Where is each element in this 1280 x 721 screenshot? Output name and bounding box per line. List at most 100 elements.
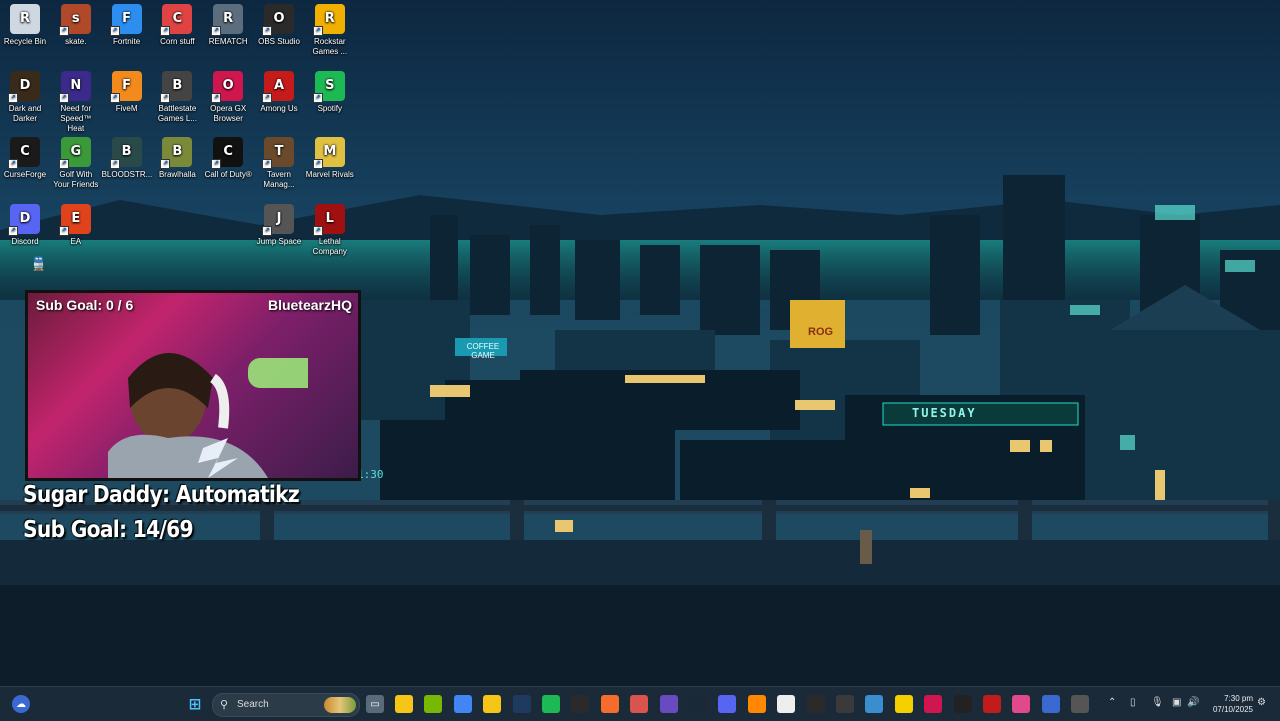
shortcut-arrow-icon: ↗: [8, 225, 18, 236]
desktop-icon-golf[interactable]: G ↗ Golf With Your Friends: [51, 133, 101, 190]
shortcut-arrow-icon: ↗: [262, 92, 272, 103]
desktop-icon-brawlhalla[interactable]: B ↗ Brawlhalla: [152, 133, 202, 180]
desktop-icon-nfs[interactable]: N ↗ Need for Speed™ Heat: [51, 67, 101, 134]
desktop-icon-label: Jump Space: [256, 236, 302, 246]
clock-time: 7:30 pm: [1224, 694, 1253, 703]
notifications-icon[interactable]: ⚙: [1257, 697, 1266, 708]
v-app-icon[interactable]: [512, 695, 531, 713]
webcam-overlay: Sub Goal: 0 / 6 BluetearzHQ: [25, 290, 361, 481]
tablet-icon[interactable]: ▯: [1130, 697, 1136, 708]
folder-icon[interactable]: [483, 695, 502, 713]
widgets-icon[interactable]: ☁: [12, 695, 30, 713]
train-icon[interactable]: 🚆: [30, 256, 48, 272]
shortcut-arrow-icon: ↗: [8, 92, 18, 103]
desktop-icon-label: skate.: [65, 37, 87, 46]
desktop-icon-call-of-duty[interactable]: C ↗ Call of Duty®: [203, 133, 253, 180]
desktop-icon-label: Rockstar Games ...: [312, 37, 348, 56]
discord-icon[interactable]: [718, 695, 737, 713]
spotify-icon: S ↗: [312, 70, 345, 103]
desktop-icon-dark-and-darker[interactable]: D ↗ Dark and Darker: [0, 67, 50, 124]
sticky-notes-icon[interactable]: [894, 695, 913, 713]
desktop-icon-curseforge[interactable]: C ↗ CurseForge: [0, 133, 50, 180]
xbox-bar-icon[interactable]: [806, 695, 825, 713]
volume-icon[interactable]: 🔊: [1187, 697, 1199, 708]
nvidia-icon[interactable]: [424, 695, 443, 713]
show-hidden-icons-chevron-icon[interactable]: ⌃: [1108, 697, 1116, 708]
microphone-icon[interactable]: 🎙: [1151, 697, 1164, 708]
fivem-icon: F ↗: [109, 70, 142, 103]
file-explorer-icon[interactable]: [395, 695, 413, 713]
system-clock[interactable]: 7:30 pm 07/10/2025: [1203, 693, 1253, 715]
network-icon[interactable]: ▣: [1172, 697, 1181, 708]
lethal-icon[interactable]: [983, 695, 1001, 713]
skate-icon: s ↗: [58, 4, 91, 36]
recycle-bin-icon: R: [10, 4, 40, 34]
desktop-icon-among-us[interactable]: A ↗ Among Us: [254, 67, 304, 114]
desktop-icon-battlestate[interactable]: B ↗ Battlestate Games L...: [152, 67, 202, 124]
desktop-icon-fivem[interactable]: F ↗ FiveM: [102, 67, 152, 114]
desktop-icon-opera-gx[interactable]: O ↗ Opera GX Browser: [203, 67, 253, 124]
desktop-icon-label: Spotify: [317, 103, 343, 113]
search-input[interactable]: ⚲ Search: [212, 693, 360, 717]
battlestate-icon: B ↗: [160, 70, 193, 103]
start-icon[interactable]: ⊞: [186, 695, 204, 713]
vlc-icon[interactable]: [747, 695, 766, 713]
among-us-icon: A ↗: [262, 70, 294, 103]
spotify-icon[interactable]: [542, 695, 560, 713]
corn-stuff-icon: C ↗: [160, 4, 193, 36]
shortcut-arrow-icon: ↗: [211, 26, 222, 36]
shortcut-arrow-icon: ↗: [8, 159, 18, 169]
snip-tool-icon[interactable]: [630, 695, 649, 713]
clock-date: 07/10/2025: [1212, 705, 1253, 714]
chrome-icon[interactable]: [453, 695, 472, 713]
desktop-icon-label: REMATCH: [208, 37, 248, 46]
origin-icon[interactable]: [600, 695, 619, 713]
desktop-icon-label: EA: [70, 236, 82, 246]
desktop-icon-label: Call of Duty®: [204, 170, 252, 179]
desktop-icon-rematch[interactable]: R ↗ REMATCH: [203, 0, 253, 47]
desktop-icon-lethal-company[interactable]: L ↗ Lethal Company: [305, 200, 355, 257]
marvel-rivals-icon: M ↗: [312, 137, 345, 169]
search-icon: ⚲: [220, 699, 229, 711]
desktop-icon-label: BLOODSTR...: [101, 170, 153, 179]
desktop-icon-recycle-bin[interactable]: R Recycle Bin: [0, 0, 50, 47]
fortnite-icon: F ↗: [109, 4, 142, 36]
desktop-icon-bloodstrike[interactable]: B ↗ BLOODSTR...: [102, 133, 152, 180]
desktop-icon-label: Lethal Company: [312, 236, 347, 256]
capcut-icon[interactable]: [777, 695, 796, 713]
call-of-duty-icon: C ↗: [211, 137, 244, 169]
epic-games-icon[interactable]: [571, 695, 590, 713]
game-icon[interactable]: [659, 695, 678, 713]
desktop-icon-label: Among Us: [260, 103, 298, 113]
desktop-icon-skate[interactable]: s ↗ skate.: [51, 0, 101, 47]
desktop-icon-obs[interactable]: O ↗ OBS Studio: [254, 0, 304, 47]
task-view-icon[interactable]: ▭: [366, 695, 384, 713]
brawlhalla-icon: B ↗: [160, 137, 193, 169]
photos-icon[interactable]: [865, 695, 884, 713]
desktop-icon-marvel-rivals[interactable]: M ↗ Marvel Rivals: [305, 133, 355, 180]
search-placeholder: Search: [237, 699, 269, 710]
keyboard-icon[interactable]: [1071, 695, 1090, 713]
overlay-sub-goal: Sub Goal: 14/69: [23, 517, 194, 543]
desktop-icon-label: Marvel Rivals: [305, 170, 354, 179]
desktop-icon-label: Tavern Manag...: [263, 170, 295, 189]
taskbar: ☁ ⊞ ⚲ Search ▭ ⌃ ▯ 🎙 ▣ 🔊 7:30 pm 07/10/2…: [0, 686, 1280, 721]
desktop-icon-tavern[interactable]: T ↗ Tavern Manag...: [254, 133, 304, 190]
desktop-icon-spotify[interactable]: S ↗ Spotify: [305, 67, 355, 114]
f-app-icon[interactable]: [1012, 695, 1031, 713]
desktop-icon-ea[interactable]: E ↗ EA: [51, 200, 101, 247]
desktop-icon-jump-space[interactable]: J ↗ Jump Space: [254, 200, 304, 247]
steam-icon[interactable]: [689, 695, 707, 713]
shortcut-arrow-icon: ↗: [312, 159, 323, 169]
desktop-icon-corn-stuff[interactable]: C ↗ Corn stuff: [152, 0, 202, 47]
shortcut-arrow-icon: ↗: [211, 92, 222, 103]
desktop-icon-rockstar[interactable]: R ↗ Rockstar Games ...: [305, 0, 355, 57]
vpn-icon[interactable]: [1041, 695, 1060, 713]
desktop-icon-label: Dark and Darker: [8, 103, 42, 123]
desktop-icon-discord[interactable]: D ↗ Discord: [0, 200, 50, 247]
opera-gx-icon[interactable]: [924, 695, 943, 713]
desktop-icon-label: Corn stuff: [160, 37, 195, 46]
obs-icon[interactable]: [836, 695, 854, 713]
desktop-icon-fortnite[interactable]: F ↗ Fortnite: [102, 0, 152, 47]
terminal-icon[interactable]: [953, 695, 972, 713]
